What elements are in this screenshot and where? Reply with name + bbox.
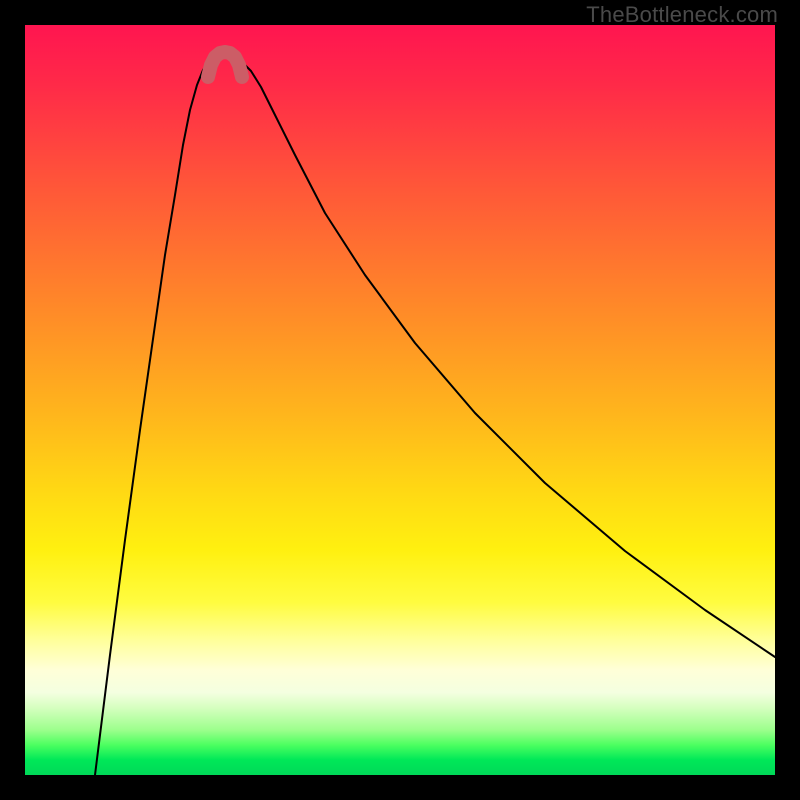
plot-area	[25, 25, 775, 775]
chart-frame: TheBottleneck.com	[0, 0, 800, 800]
curve-layer	[25, 25, 775, 775]
series-highlight-bottom	[208, 52, 242, 77]
watermark-text: TheBottleneck.com	[586, 2, 778, 28]
series-left-branch	[95, 60, 213, 775]
series-right-branch	[237, 60, 775, 657]
